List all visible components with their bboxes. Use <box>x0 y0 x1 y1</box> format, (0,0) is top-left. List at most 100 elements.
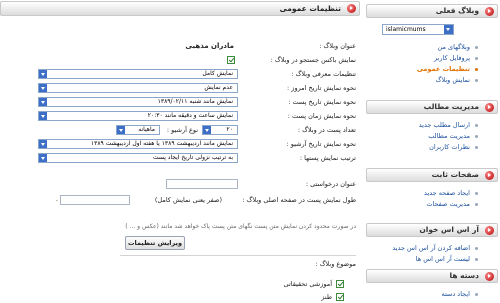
sidebar-item-my-blogs[interactable]: وبلاگهای من <box>364 42 500 53</box>
sidebar-section-header: دسته ها <box>366 269 498 283</box>
sidebar-item-user-profile[interactable]: پروفایل کاربر <box>364 53 500 64</box>
archive-type-select[interactable]: ماهیانه <box>116 125 160 135</box>
bullet-arrow-icon <box>485 7 494 16</box>
topic-option-label: طنز <box>321 293 332 301</box>
archive-date-select[interactable]: نمایش مانند اردیبهشت ۱۳۸۹ یا هفته اول ار… <box>38 139 238 149</box>
sidebar-section-title: صفحات ثابت <box>431 170 479 179</box>
intro-settings-label: تنظیمات معرفی وبلاگ : <box>291 70 356 78</box>
current-blog-select[interactable]: islamicmums <box>382 24 454 35</box>
sidebar-section-title: آر اس اس خوان <box>419 225 479 234</box>
post-length-label: طول نمایش پست در صفحه اصلی وبلاگ : <box>242 196 356 204</box>
post-time-value: نمایش ساعت و دقیقه مانند ۲۰:۳۰ <box>147 112 233 119</box>
bullet-arrow-icon <box>485 226 494 235</box>
sidebar-section-header: آر اس اس خوان <box>366 223 498 237</box>
sidebar-section-header: صفحات ثابت <box>366 168 498 182</box>
sidebar-section-header: مدیریت مطالب <box>366 100 498 114</box>
chevron-down-icon <box>39 84 47 92</box>
post-length-dot: . <box>55 195 58 203</box>
requested-title-input[interactable] <box>166 179 238 189</box>
sidebar-item-view-blog[interactable]: نمایش وبلاگ <box>364 75 500 86</box>
show-search-row: نمایش باکس جستجو در وبلاگ : <box>0 55 362 66</box>
chevron-down-icon <box>39 70 47 78</box>
bullet-arrow-icon <box>347 4 356 13</box>
archive-date-row: نحوه نمایش تاریخ آرشیو : نمایش مانند ارد… <box>0 139 362 150</box>
today-date-label: نحوه نمایش تاریخ امروز : <box>287 84 356 92</box>
requested-title-row: عنوان درخواستی : <box>0 179 362 190</box>
archive-date-label: نحوه نمایش تاریخ آرشیو : <box>286 140 356 148</box>
sidebar-section-title: مدیریت مطالب <box>423 102 479 111</box>
blog-title-label: عنوان وبلاگ : <box>319 42 356 50</box>
post-count-value: ۲۰ <box>226 126 233 133</box>
post-count-select[interactable]: ۲۰ <box>202 125 238 135</box>
post-time-select[interactable]: نمایش ساعت و دقیقه مانند ۲۰:۳۰ <box>38 111 238 121</box>
sidebar-section-current-blog: وبلاگ فعلی islamicmums وبلاگهای من پروفا… <box>364 3 500 88</box>
topic-checkbox[interactable] <box>336 280 344 288</box>
sidebar-section-posts: مدیریت مطالب ارسال مطلب جدید مدیریت مطال… <box>364 99 500 155</box>
sidebar-list: ارسال مطلب جدید مدیریت مطالب نظرات کاربر… <box>364 118 500 155</box>
topic-row: موضوع وبلاگ : <box>0 259 362 270</box>
chevron-down-icon <box>39 154 47 162</box>
post-length-hint: (صفر یعنی نمایش کامل) <box>154 196 222 204</box>
post-date-row: نحوه نمایش تاریخ پست : نمایش مانند شنبه … <box>0 97 362 108</box>
sidebar-section-header: وبلاگ فعلی <box>366 4 498 18</box>
sidebar-item-add-rss[interactable]: اضافه کردن آر اس اس جدید <box>364 243 500 254</box>
sidebar-section-title: دسته ها <box>449 271 479 280</box>
sidebar-item-new-page[interactable]: ایجاد صفحه جدید <box>364 188 500 199</box>
post-length-input[interactable] <box>60 195 130 205</box>
bullet-arrow-icon <box>485 103 494 112</box>
topic-label: موضوع وبلاگ : <box>315 260 356 268</box>
topic-option[interactable]: آموزشی تحقیقاتی <box>254 279 344 289</box>
truncate-warning-note: در صورت محدود کردن نمایش متن پست نگهای م… <box>125 223 356 230</box>
sidebar-item-manage-posts[interactable]: مدیریت مطالب <box>364 131 500 142</box>
page-title: تنظیمات عمومی <box>279 4 341 13</box>
sidebar-item-rss-list[interactable]: لیست آر اس اس ها <box>364 254 500 265</box>
sidebar-item-new-category[interactable]: ایجاد دسته <box>364 289 500 300</box>
requested-title-label: عنوان درخواستی : <box>305 180 356 188</box>
current-blog-value: islamicmums <box>386 26 426 33</box>
post-order-value: به ترتیب نزولی تاریخ ایجاد پست <box>152 154 233 161</box>
chevron-down-icon <box>203 126 211 134</box>
intro-settings-value: نمایش کامل <box>202 70 233 77</box>
archive-date-value: نمایش مانند اردیبهشت ۱۳۸۹ یا هفته اول ار… <box>90 140 233 147</box>
intro-settings-row: تنظیمات معرفی وبلاگ : نمایش کامل <box>0 69 362 80</box>
today-date-select[interactable]: عدم نمایش <box>38 83 238 93</box>
bullet-arrow-icon <box>485 272 494 281</box>
post-date-select[interactable]: نمایش مانند شنبه ۱۳۸۹/۰۲/۱۱ <box>38 97 238 107</box>
sidebar: وبلاگ فعلی islamicmums وبلاگهای من پروفا… <box>364 0 500 303</box>
post-order-row: ترتیب نمایش پستها : به ترتیب نزولی تاریخ… <box>0 153 362 164</box>
topic-checkbox[interactable] <box>336 293 344 301</box>
intro-settings-select[interactable]: نمایش کامل <box>38 69 238 79</box>
show-search-label: نمایش باکس جستجو در وبلاگ : <box>270 56 356 64</box>
bullet-arrow-icon <box>485 171 494 180</box>
divider <box>120 255 356 256</box>
archive-type-label: نوع آرشیو : <box>166 126 198 134</box>
save-settings-button[interactable]: ویرایش تنظیمات <box>125 236 185 250</box>
topic-option[interactable]: طنز <box>254 292 344 302</box>
post-time-label: نحوه نمایش زمان پست : <box>287 112 356 120</box>
sidebar-section-rss: آر اس اس خوان اضافه کردن آر اس اس جدید ل… <box>364 222 500 267</box>
blog-title-value: مادران مذهبی <box>185 42 234 50</box>
post-date-value: نمایش مانند شنبه ۱۳۸۹/۰۲/۱۱ <box>157 98 233 105</box>
sidebar-item-manage-pages[interactable]: مدیریت صفحات <box>364 199 500 210</box>
post-date-label: نحوه نمایش تاریخ پست : <box>288 98 356 106</box>
sidebar-list: ایجاد صفحه جدید مدیریت صفحات <box>364 186 500 212</box>
main-panel: تنظیمات عمومی عنوان وبلاگ : مادران مذهبی… <box>0 0 362 303</box>
chevron-down-icon <box>39 98 47 106</box>
today-date-row: نحوه نمایش تاریخ امروز : عدم نمایش <box>0 83 362 94</box>
chevron-down-icon <box>39 112 47 120</box>
sidebar-list: ایجاد دسته <box>364 287 500 302</box>
topic-option-label: آموزشی تحقیقاتی <box>283 280 332 288</box>
sidebar-section-pages: صفحات ثابت ایجاد صفحه جدید مدیریت صفحات <box>364 167 500 212</box>
sidebar-item-comments[interactable]: نظرات کاربران <box>364 142 500 153</box>
sidebar-section-title: وبلاگ فعلی <box>435 6 479 15</box>
sidebar-item-new-post[interactable]: ارسال مطلب جدید <box>364 120 500 131</box>
chevron-down-icon <box>444 25 453 34</box>
today-date-value: عدم نمایش <box>204 84 233 91</box>
archive-type-value: ماهیانه <box>138 126 155 133</box>
sidebar-section-categories: دسته ها ایجاد دسته <box>364 268 500 302</box>
show-search-checkbox[interactable] <box>227 56 235 64</box>
sidebar-item-general-settings[interactable]: تنظیمات عمومی <box>364 64 500 75</box>
post-order-select[interactable]: به ترتیب نزولی تاریخ ایجاد پست <box>38 153 238 163</box>
post-length-row: طول نمایش پست در صفحه اصلی وبلاگ : (صفر … <box>0 195 362 206</box>
post-order-label: ترتیب نمایش پستها : <box>299 154 356 162</box>
